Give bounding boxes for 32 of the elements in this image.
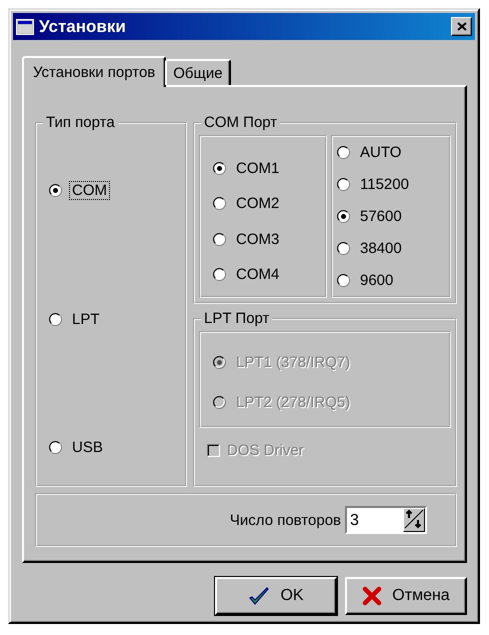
focus-outline-label: COM [69, 181, 110, 200]
ok-button[interactable]: OK [215, 577, 337, 615]
retries-spin-field[interactable]: 3 [345, 506, 427, 534]
group-title: LPT Порт [203, 310, 270, 327]
group-title: COM Порт [203, 114, 278, 131]
focus-outline-label: USB [71, 438, 104, 457]
com-radio[interactable]: COM3 [213, 230, 282, 249]
check-icon [248, 586, 270, 606]
port-type-radio[interactable]: COM [49, 181, 110, 200]
focus-outline-label: LPT [71, 310, 101, 328]
cancel-button[interactable]: Отмена [345, 577, 467, 615]
close-icon [456, 22, 466, 31]
spin-arrows-icon [404, 509, 424, 529]
window-title: Установки [39, 16, 127, 36]
spin-button[interactable] [403, 508, 425, 532]
tab[interactable]: Общие [165, 59, 231, 85]
speed-radio[interactable]: 38400 [337, 239, 405, 258]
speed-radio[interactable]: AUTO [337, 143, 404, 162]
port-type-radio[interactable]: LPT [49, 310, 103, 328]
com-radio[interactable]: COM1 [213, 159, 282, 178]
com-radio[interactable]: COM2 [213, 194, 282, 214]
group-title: Тип порта [45, 114, 116, 131]
com-radio[interactable]: COM4 [213, 264, 282, 284]
cross-icon [362, 586, 382, 606]
tab[interactable]: Установки портов [22, 56, 166, 87]
close-button[interactable] [451, 17, 472, 36]
speed-radio[interactable]: 9600 [337, 271, 396, 290]
speed-radio[interactable]: 115200 [337, 175, 412, 194]
retries-label: Число повторов [230, 512, 341, 528]
window-icon [16, 18, 34, 34]
port-type-radio[interactable]: USB [49, 438, 106, 457]
speed-radio[interactable]: 57600 [337, 207, 405, 226]
